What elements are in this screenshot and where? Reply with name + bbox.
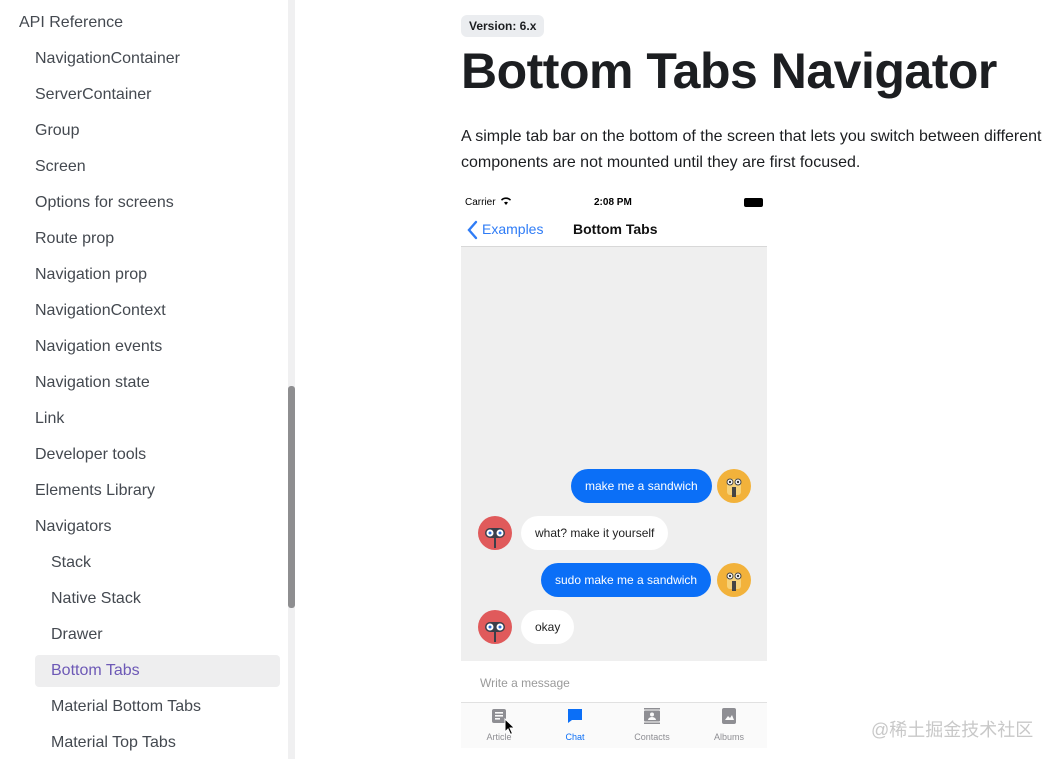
robot-avatar-icon xyxy=(726,572,742,591)
phone-demo-screenshot: Carrier 2:08 PM Examples Bottom Tabs mak… xyxy=(461,188,767,748)
robot-avatar-icon xyxy=(485,622,505,642)
chat-message-outgoing: make me a sandwich xyxy=(571,469,712,503)
chat-area: make me a sandwich what? make it yoursel… xyxy=(461,247,767,661)
sidebar-item-servercontainer[interactable]: ServerContainer xyxy=(35,85,152,105)
tab-label: Contacts xyxy=(634,732,670,742)
sidebar-item-elements-library[interactable]: Elements Library xyxy=(35,481,155,501)
avatar xyxy=(478,610,512,644)
sidebar-item-screen[interactable]: Screen xyxy=(35,157,86,177)
sidebar-subitem-native-stack[interactable]: Native Stack xyxy=(51,589,141,609)
chat-icon xyxy=(568,709,582,723)
albums-icon xyxy=(722,708,736,724)
chat-message-outgoing: sudo make me a sandwich xyxy=(541,563,712,597)
tab-article[interactable]: Article xyxy=(461,703,537,748)
avatar xyxy=(717,563,751,597)
tab-contacts[interactable]: Contacts xyxy=(614,703,690,748)
back-button[interactable]: Examples xyxy=(482,221,543,237)
sidebar-subitem-stack[interactable]: Stack xyxy=(51,553,91,573)
tab-label: Albums xyxy=(713,732,744,742)
chat-message-incoming: okay xyxy=(521,610,575,644)
sidebar-item-link[interactable]: Link xyxy=(35,409,64,429)
avatar xyxy=(717,469,751,503)
sidebar-item-group[interactable]: Group xyxy=(35,121,79,141)
battery-icon xyxy=(744,198,763,207)
intro-line: components are not mounted until they ar… xyxy=(461,154,861,171)
page-title: Bottom Tabs Navigator xyxy=(461,43,997,99)
sidebar-item-navigators[interactable]: Navigators xyxy=(35,517,111,537)
mouse-cursor-icon xyxy=(504,718,516,736)
intro-line: A simple tab bar on the bottom of the sc… xyxy=(461,128,1042,145)
contacts-icon xyxy=(644,708,660,724)
sidebar-subitem-material-bottom-tabs[interactable]: Material Bottom Tabs xyxy=(51,697,201,717)
sidebar-item-navigationcontainer[interactable]: NavigationContainer xyxy=(35,49,180,69)
sidebar-scrollbar-thumb[interactable] xyxy=(288,386,295,608)
version-badge: Version: 6.x xyxy=(461,15,545,37)
watermark: @稀土掘金技术社区 xyxy=(871,720,1034,740)
tab-label: Chat xyxy=(565,732,585,742)
status-bar: Carrier 2:08 PM xyxy=(461,188,767,216)
avatar xyxy=(478,516,512,550)
sidebar-item-developer-tools[interactable]: Developer tools xyxy=(35,445,146,465)
phone-nav-title: Bottom Tabs xyxy=(573,221,658,237)
sidebar-subitem-drawer[interactable]: Drawer xyxy=(51,625,103,645)
robot-avatar-icon xyxy=(726,478,742,497)
chevron-left-icon[interactable] xyxy=(466,220,478,240)
status-time: 2:08 PM xyxy=(594,197,632,208)
sidebar-item-navigationcontext[interactable]: NavigationContext xyxy=(35,301,166,321)
phone-nav-bar: Examples Bottom Tabs xyxy=(461,216,767,247)
sidebar-item-navigation-prop[interactable]: Navigation prop xyxy=(35,265,147,285)
sidebar-item-route-prop[interactable]: Route prop xyxy=(35,229,114,249)
sidebar-subitem-bottom-tabs[interactable]: Bottom Tabs xyxy=(51,661,140,681)
sidebar-subitem-material-top-tabs[interactable]: Material Top Tabs xyxy=(51,733,176,753)
sidebar-item-navigation-state[interactable]: Navigation state xyxy=(35,373,150,393)
chat-message-incoming: what? make it yourself xyxy=(521,516,669,550)
sidebar-section-api-reference[interactable]: API Reference xyxy=(19,13,123,33)
robot-avatar-icon xyxy=(485,528,505,548)
message-composer[interactable]: Write a message xyxy=(461,661,767,703)
sidebar-scrollbar-track[interactable] xyxy=(288,0,295,759)
tab-chat[interactable]: Chat xyxy=(537,703,613,748)
carrier-label: Carrier xyxy=(465,197,496,208)
composer-placeholder: Write a message xyxy=(480,676,570,690)
sidebar-item-options-for-screens[interactable]: Options for screens xyxy=(35,193,174,213)
wifi-icon xyxy=(501,197,511,205)
tab-albums[interactable]: Albums xyxy=(691,703,767,748)
sidebar-item-navigation-events[interactable]: Navigation events xyxy=(35,337,162,357)
sidebar: API Reference NavigationContainer Server… xyxy=(0,0,288,759)
intro-paragraph: A simple tab bar on the bottom of the sc… xyxy=(461,124,1053,176)
tab-label: Article xyxy=(486,732,512,742)
